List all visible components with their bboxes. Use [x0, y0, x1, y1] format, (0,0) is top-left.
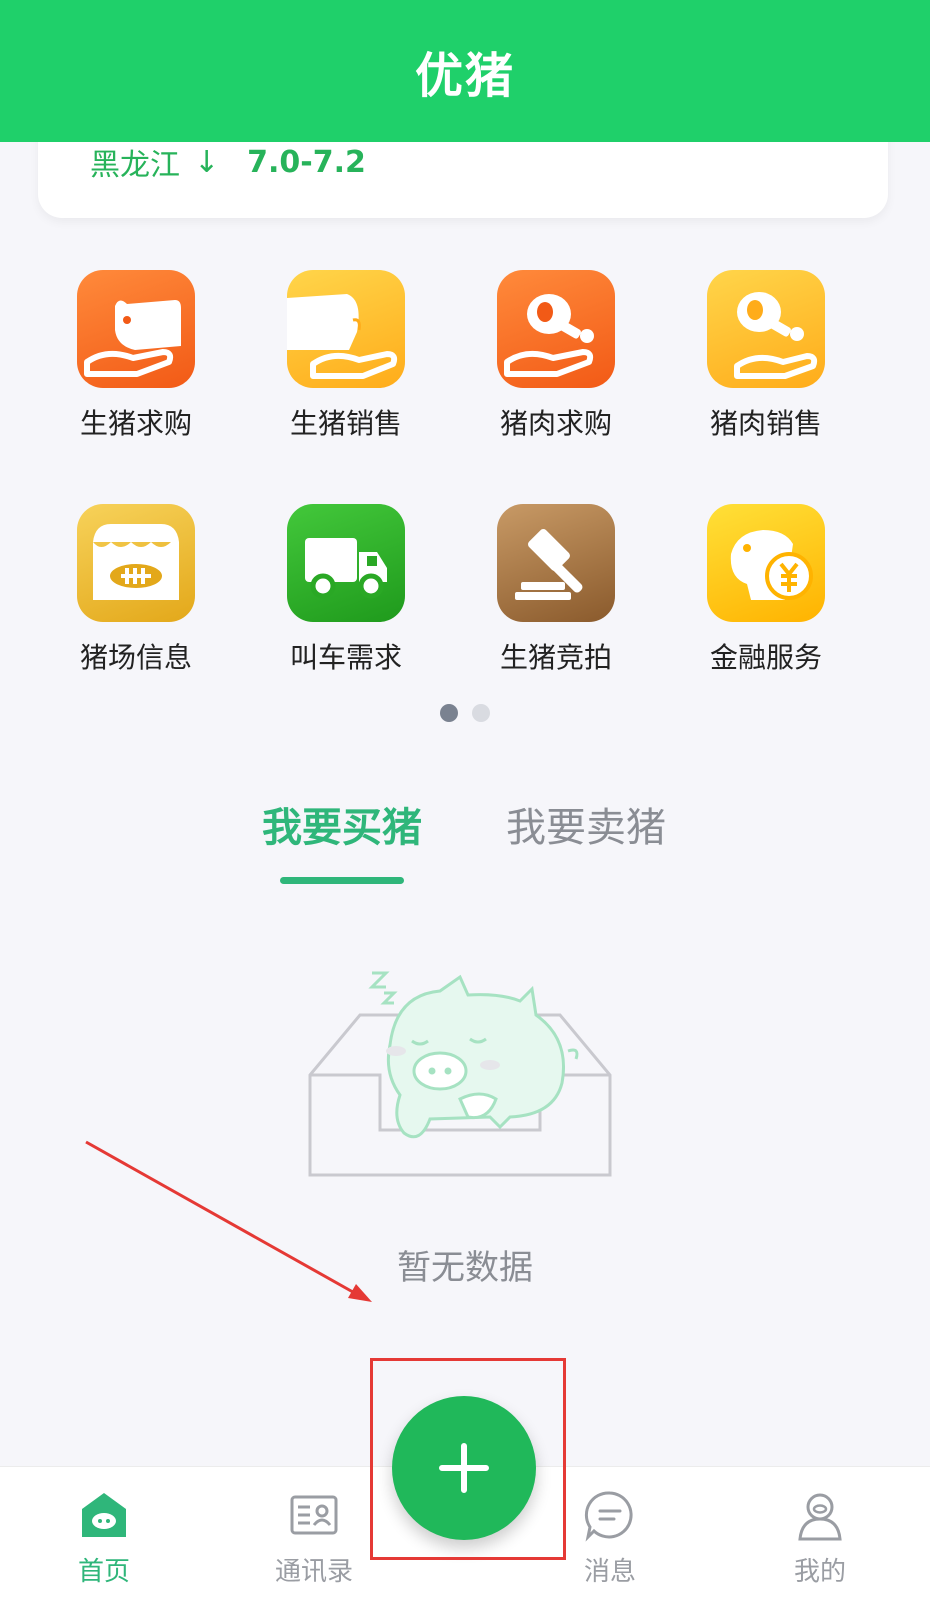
- tab-indicator: [280, 877, 404, 884]
- grid-item-auction[interactable]: 生猪竞拍: [466, 504, 646, 676]
- tab-contacts-label: 通讯录: [274, 1557, 353, 1587]
- grid-item-finance[interactable]: 金融服务: [676, 504, 856, 676]
- home-icon: [76, 1487, 132, 1543]
- grid-item-farm-info[interactable]: 猪场信息: [46, 504, 226, 676]
- user-profile-icon: [792, 1487, 848, 1543]
- grid-item-pork-buy[interactable]: 猪肉求购: [466, 270, 646, 442]
- tab-contacts[interactable]: 通讯录: [234, 1487, 394, 1588]
- price-range: 7.0-7.2: [247, 144, 366, 180]
- tab-home-label: 首页: [77, 1557, 130, 1587]
- pig-buy-icon: [77, 270, 195, 388]
- empty-illustration: [300, 955, 620, 1195]
- pager-dot-active[interactable]: [440, 704, 458, 722]
- grid-label: 生猪竞拍: [499, 641, 612, 674]
- grid-label: 猪场信息: [79, 641, 192, 674]
- add-post-button[interactable]: [392, 1396, 536, 1540]
- truck-icon: [287, 504, 405, 622]
- pig-sell-icon: [287, 270, 405, 388]
- grid-label: 叫车需求: [289, 641, 402, 674]
- grid-item-pig-buy[interactable]: 生猪求购: [46, 270, 226, 442]
- chat-bubble-icon: [582, 1487, 638, 1543]
- farm-store-icon: [77, 504, 195, 622]
- tab-sell-pig[interactable]: 我要卖猪: [506, 795, 666, 853]
- grid-label: 生猪求购: [79, 407, 192, 440]
- plus-icon: [439, 1443, 489, 1493]
- app-header: 优猪: [0, 0, 930, 142]
- grid-label: 猪肉销售: [709, 407, 822, 440]
- tab-me[interactable]: 我的: [740, 1487, 900, 1588]
- pager-dots: [0, 704, 930, 722]
- piggy-bank-yuan-icon: [707, 504, 825, 622]
- tab-buy-pig[interactable]: 我要买猪: [262, 795, 422, 853]
- empty-message: 暂无数据: [397, 1248, 533, 1288]
- grid-item-pork-sell[interactable]: 猪肉销售: [676, 270, 856, 442]
- price-region: 黑龙江: [90, 148, 180, 183]
- tab-home[interactable]: 首页: [24, 1487, 184, 1588]
- buy-sell-tabs: 我要买猪 我要卖猪: [0, 795, 930, 895]
- price-trend-arrow-icon: ↓: [194, 144, 220, 180]
- tab-messages-label: 消息: [583, 1557, 636, 1587]
- grid-label: 生猪销售: [289, 407, 402, 440]
- contacts-card-icon: [286, 1487, 342, 1543]
- pager-dot[interactable]: [472, 704, 490, 722]
- auction-gavel-icon: [497, 504, 615, 622]
- price-row: 黑龙江 ↓ 7.0-7.2: [90, 140, 366, 184]
- grid-item-pig-sell[interactable]: 生猪销售: [256, 270, 436, 442]
- pork-buy-icon: [497, 270, 615, 388]
- grid-label: 猪肉求购: [499, 407, 612, 440]
- tab-messages[interactable]: 消息: [530, 1487, 690, 1588]
- page-title: 优猪: [414, 48, 515, 104]
- grid-label: 金融服务: [709, 641, 822, 674]
- grid-item-truck[interactable]: 叫车需求: [256, 504, 436, 676]
- tab-me-label: 我的: [793, 1557, 846, 1587]
- pork-sell-icon: [707, 270, 825, 388]
